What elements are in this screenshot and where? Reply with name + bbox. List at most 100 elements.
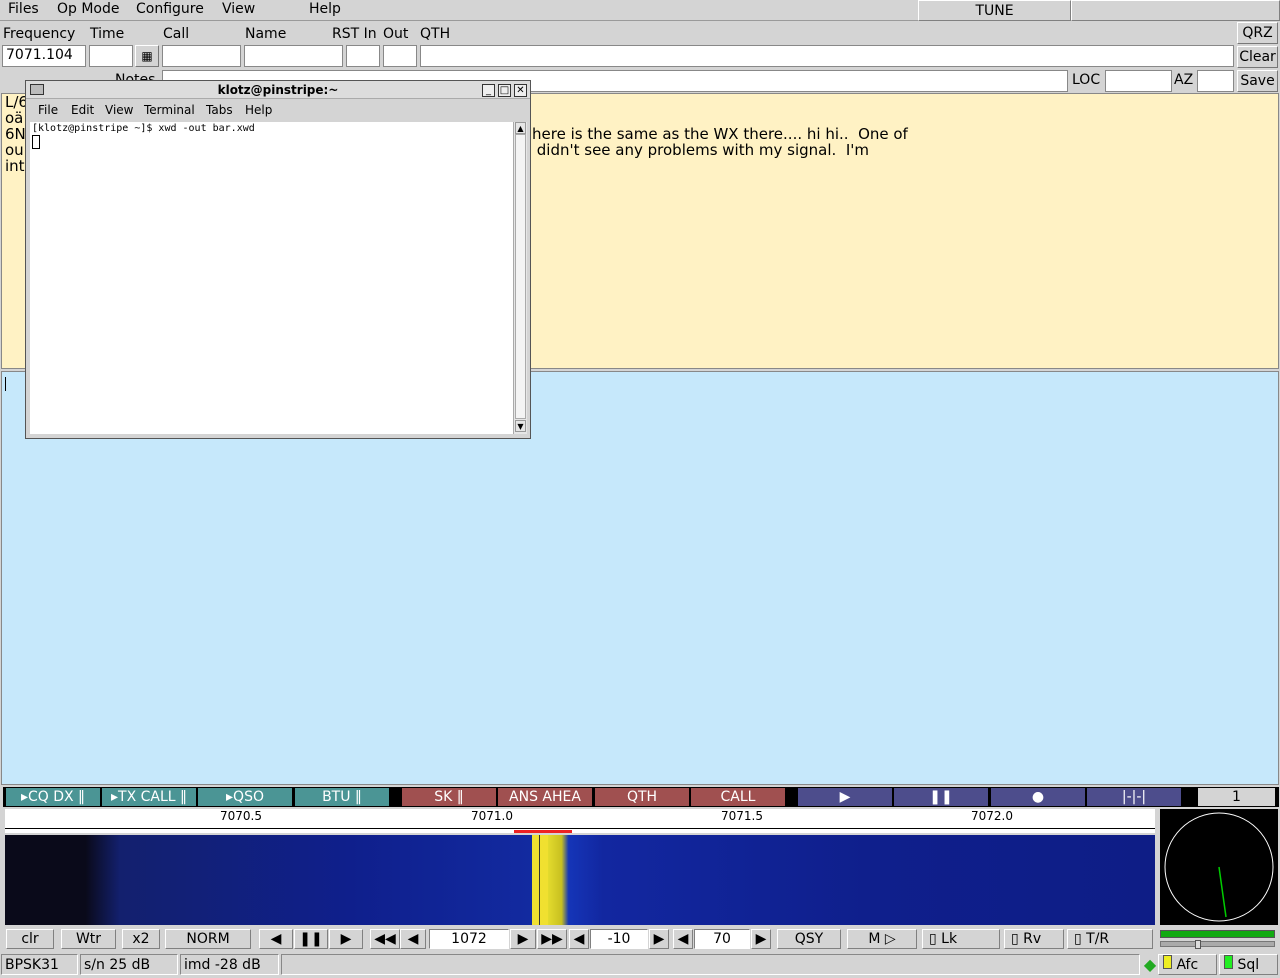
minimize-icon[interactable]: _: [482, 84, 495, 97]
macro-ans-ahea[interactable]: ANS AHEA: [498, 788, 592, 806]
terminal-menu-help[interactable]: Help: [245, 103, 272, 117]
squelch-slider-thumb[interactable]: [1195, 940, 1201, 949]
macro-pause-icon[interactable]: ❚❚: [894, 788, 988, 806]
x2-button[interactable]: x2: [122, 929, 160, 949]
qsy-button[interactable]: QSY: [777, 929, 841, 949]
menu-op-mode[interactable]: Op Mode: [57, 1, 120, 17]
mode-status[interactable]: BPSK31: [1, 954, 78, 975]
terminal-menu-view[interactable]: View: [105, 103, 133, 117]
terminal-title: klotz@pinstripe:~: [217, 83, 339, 97]
terminal-menu-terminal[interactable]: Terminal: [144, 103, 195, 117]
qrz-button[interactable]: QRZ: [1237, 22, 1278, 44]
menu-files[interactable]: Files: [8, 1, 39, 17]
m-button[interactable]: M ▷: [847, 929, 917, 949]
frequency-field[interactable]: 7071.104: [2, 45, 86, 67]
terminal-menu-tabs[interactable]: Tabs: [206, 103, 233, 117]
level-up-icon[interactable]: ▶: [649, 929, 669, 949]
text-cursor: [5, 377, 6, 391]
cursor-line: [539, 835, 540, 925]
scroll-up-icon[interactable]: ▲: [515, 122, 526, 134]
level-field[interactable]: -10: [590, 929, 648, 949]
loc-field[interactable]: [1105, 70, 1172, 92]
clear-button[interactable]: Clear: [1237, 46, 1278, 68]
calendar-icon[interactable]: ▦: [135, 45, 159, 67]
rst-in-field[interactable]: [346, 45, 380, 67]
step-forward-icon[interactable]: ▶: [510, 929, 536, 949]
macro-record-icon[interactable]: ●: [991, 788, 1085, 806]
az-field[interactable]: [1197, 70, 1234, 92]
save-button[interactable]: Save: [1237, 70, 1278, 92]
rx-line-left-3: 6N: [5, 125, 26, 143]
terminal-menubar: File Edit View Terminal Tabs Help: [26, 100, 530, 120]
qth-field[interactable]: [420, 45, 1234, 67]
menu-view[interactable]: View: [222, 1, 255, 17]
terminal-prompt-line: [klotz@pinstripe ~]$ xwd -out bar.xwd: [32, 123, 255, 134]
terminal-menu-file[interactable]: File: [38, 103, 58, 117]
lk-toggle[interactable]: ▯ Lk: [922, 929, 1000, 949]
macro-qso[interactable]: ▸QSO: [198, 788, 292, 806]
imd-status: imd -28 dB: [180, 954, 279, 975]
name-label: Name: [245, 26, 287, 42]
time-label: Time: [90, 26, 125, 42]
fast-forward-icon[interactable]: ▶▶: [537, 929, 567, 949]
tune-button[interactable]: TUNE: [918, 0, 1071, 21]
terminal-window-icon[interactable]: [30, 84, 44, 95]
name-field[interactable]: [244, 45, 343, 67]
frequency-scale[interactable]: 7070.5 7071.0 7071.5 7072.0: [5, 809, 1155, 833]
scroll-down-icon[interactable]: ▼: [515, 420, 526, 432]
squelch-slider[interactable]: [1160, 940, 1275, 949]
qth-label: QTH: [420, 26, 451, 42]
macro-tx-call[interactable]: ▸TX CALL ‖: [102, 788, 196, 806]
audio-frequency-field[interactable]: 1072: [429, 929, 509, 949]
call-field[interactable]: [162, 45, 241, 67]
status-message: [281, 954, 1140, 975]
terminal-titlebar[interactable]: klotz@pinstripe:~: [26, 81, 530, 99]
terminal-menu-edit[interactable]: Edit: [71, 103, 94, 117]
sql-toggle[interactable]: Sql: [1219, 954, 1278, 975]
scrollbar-thumb[interactable]: [515, 134, 526, 419]
close-icon[interactable]: ✕: [514, 84, 527, 97]
tr-toggle[interactable]: ▯ T/R: [1067, 929, 1153, 949]
macro-cq-dx[interactable]: ▸CQ DX ‖: [6, 788, 100, 806]
scale-baseline: [5, 828, 1155, 829]
macro-call[interactable]: CALL: [691, 788, 785, 806]
range-field[interactable]: 70: [694, 929, 750, 949]
diamond-icon[interactable]: ◆: [1143, 955, 1157, 975]
menu-configure[interactable]: Configure: [136, 1, 204, 17]
scale-tick-label: 7070.5: [220, 809, 262, 823]
terminal-scrollbar[interactable]: ▲ ▼: [513, 122, 527, 434]
rewind-icon[interactable]: ◀: [259, 929, 293, 949]
macro-btu[interactable]: BTU ‖: [295, 788, 389, 806]
waterfall-display[interactable]: [5, 835, 1155, 925]
macro-sk[interactable]: SK ‖: [402, 788, 496, 806]
time-field[interactable]: [89, 45, 133, 67]
macro-play-icon[interactable]: ▶: [798, 788, 892, 806]
terminal-window[interactable]: klotz@pinstripe:~ _ □ ✕ File Edit View T…: [25, 80, 531, 439]
clr-button[interactable]: clr: [6, 929, 54, 949]
rx-line-left-5: int: [5, 157, 25, 175]
signal-trace: [532, 835, 548, 925]
wtr-button[interactable]: Wtr: [61, 929, 116, 949]
terminal-output[interactable]: [klotz@pinstripe ~]$ xwd -out bar.xwd: [30, 122, 514, 434]
maximize-icon[interactable]: □: [498, 84, 511, 97]
call-label: Call: [163, 26, 190, 42]
rv-toggle[interactable]: ▯ Rv: [1004, 929, 1064, 949]
rx-line-1: here is the same as the WX there.... hi …: [532, 125, 908, 143]
play-icon[interactable]: ▶: [329, 929, 363, 949]
range-up-icon[interactable]: ▶: [751, 929, 771, 949]
rst-out-field[interactable]: [383, 45, 417, 67]
range-down-icon[interactable]: ◀: [673, 929, 693, 949]
norm-button[interactable]: NORM: [165, 929, 251, 949]
menu-help[interactable]: Help: [309, 1, 341, 17]
macro-bank-counter[interactable]: 1: [1198, 788, 1275, 806]
afc-toggle[interactable]: Afc: [1158, 954, 1217, 975]
level-down-icon[interactable]: ◀: [569, 929, 589, 949]
fast-rewind-icon[interactable]: ◀◀: [370, 929, 400, 949]
macro-tuning-icon[interactable]: |-|-|: [1087, 788, 1181, 806]
scale-tick-label: 7072.0: [971, 809, 1013, 823]
rst-in-label: RST In: [332, 26, 377, 42]
pause-icon[interactable]: ❚❚: [294, 929, 328, 949]
phase-scope-svg: [1164, 812, 1274, 922]
macro-qth[interactable]: QTH: [595, 788, 689, 806]
step-back-icon[interactable]: ◀: [400, 929, 426, 949]
